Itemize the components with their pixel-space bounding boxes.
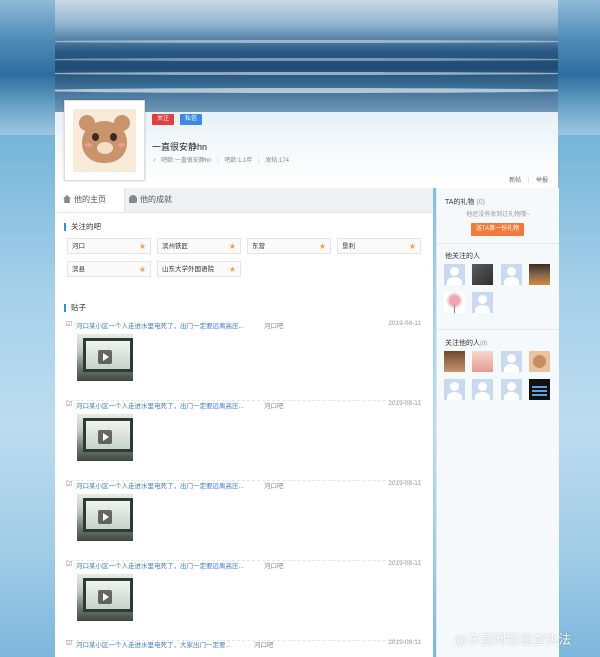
followed-bars-title: 关注的吧 <box>64 223 101 231</box>
avatar[interactable] <box>444 292 465 313</box>
avatar[interactable] <box>444 351 465 372</box>
bar-chip[interactable]: 河口 ★ <box>67 238 151 254</box>
post-item: ☑ 河口某小区一个人走进水里电死了，出门一定要远离高压... 河口吧 2019-… <box>66 320 421 401</box>
avatar[interactable] <box>444 379 465 400</box>
post-title-link[interactable]: 河口某小区一个人走进水里电死了，出门一定要远离高压... <box>76 560 244 570</box>
tab-achievements[interactable]: 他的成就 <box>121 188 180 212</box>
star-icon: ★ <box>138 242 146 251</box>
post-title-link[interactable]: 河口某小区一个人走进水里电死了，出门一定要远离高压... <box>76 400 244 410</box>
avatar[interactable] <box>529 379 550 400</box>
bar-chip[interactable]: 滨县 ★ <box>67 261 151 277</box>
post-bar-link[interactable]: 河口吧 <box>264 560 284 570</box>
post-item: ☑ 河口某小区一个人走进水里电死了，大家出门一定要... 河口吧 2019-08… <box>66 639 421 657</box>
avatar[interactable] <box>472 351 493 372</box>
post-title-link[interactable]: 河口某小区一个人走进水里电死了，出门一定要远离高压... <box>76 480 244 490</box>
posts-title: 贴子 <box>64 304 86 312</box>
avatar[interactable] <box>501 351 522 372</box>
avatar[interactable] <box>64 100 145 181</box>
banner-wave <box>55 88 558 93</box>
posts-count: 发帖:174 <box>265 158 290 164</box>
banner-wave <box>55 58 558 61</box>
main-column: 他的主页 他的成就 关注的吧 河口 ★ 滨州铁匠 ★ 东营 ★ 垦利 ★ 滨县 ★ 山东大… <box>55 188 433 657</box>
post-title-link[interactable]: 河口某小区一个人走进水里电死了，出门一定要远离高压... <box>76 320 244 330</box>
profile-header: 关注 私信 一直很安静hn ♂ 吧龄:一直很安静hn | 吧龄:1.1年 | 发… <box>55 100 558 188</box>
video-thumbnail[interactable] <box>77 494 133 541</box>
content-area: 他的主页 他的成就 关注的吧 河口 ★ 滨州铁匠 ★ 东营 ★ 垦利 ★ 滨县 ★ 山东大… <box>55 188 559 657</box>
document-icon: ☑ <box>66 321 73 328</box>
divider <box>437 243 559 244</box>
profile-banner <box>55 0 558 112</box>
send-gift-button[interactable]: 送TA第一份礼物 <box>471 223 524 236</box>
avatar[interactable] <box>472 264 493 285</box>
post-bar-link[interactable]: 河口吧 <box>254 639 274 649</box>
post-item: ☑ 河口某小区一个人走进水里电死了，出门一定要远离高压... 河口吧 2019-… <box>66 480 421 561</box>
tab-bar: 他的主页 他的成就 <box>55 188 433 213</box>
report-link[interactable]: 举报 <box>536 178 548 184</box>
avatar[interactable] <box>529 264 550 285</box>
play-icon <box>98 510 112 524</box>
bar-chip[interactable]: 垦利 ★ <box>337 238 421 254</box>
avatar[interactable] <box>501 379 522 400</box>
gifts-title: TA的礼物 (0) <box>445 199 485 206</box>
watermark: @东营网警巡查执法 <box>454 632 572 647</box>
document-icon: ☑ <box>66 401 73 408</box>
play-icon <box>98 430 112 444</box>
avatar[interactable] <box>472 292 493 313</box>
user-icon <box>129 195 137 203</box>
post-title-link[interactable]: 河口某小区一个人走进水里电死了，大家出门一定要... <box>76 639 231 649</box>
document-icon: ☑ <box>66 481 73 488</box>
profile-meta: ♂ 吧龄:一直很安静hn | 吧龄:1.1年 | 发帖:174 <box>152 158 290 164</box>
new-posts-link[interactable]: 新帖 <box>509 178 521 184</box>
video-thumbnail[interactable] <box>77 574 133 621</box>
video-thumbnail[interactable] <box>77 334 133 381</box>
message-button[interactable]: 私信 <box>180 114 203 125</box>
post-date: 2019-08-11 <box>388 639 421 646</box>
post-date: 2019-08-11 <box>388 560 421 567</box>
video-thumbnail[interactable] <box>77 414 133 461</box>
bar-chip[interactable]: 滨州铁匠 ★ <box>157 238 241 254</box>
play-icon <box>98 590 112 604</box>
post-date: 2019-08-11 <box>388 320 421 327</box>
avatar[interactable] <box>529 351 550 372</box>
star-icon: ★ <box>138 265 146 274</box>
star-icon: ★ <box>318 242 326 251</box>
star-icon: ★ <box>228 265 236 274</box>
post-bar-link[interactable]: 河口吧 <box>264 480 284 490</box>
follow-button[interactable]: 关注 <box>152 114 175 125</box>
bar-chip[interactable]: 东营 ★ <box>247 238 331 254</box>
post-item: ☑ 河口某小区一个人走进水里电死了，出门一定要远离高压... 河口吧 2019-… <box>66 560 421 641</box>
post-date: 2019-08-11 <box>388 480 421 487</box>
avatar[interactable] <box>444 264 465 285</box>
username: 一直很安静hn <box>152 142 208 152</box>
bar-age-id: 吧龄:一直很安静hn <box>161 158 212 164</box>
avatar[interactable] <box>472 379 493 400</box>
bear-avatar-image <box>73 109 136 172</box>
post-bar-link[interactable]: 河口吧 <box>264 320 284 330</box>
sidebar: TA的礼物 (0) 他还没有收到过礼物哦~ 送TA第一份礼物 他关注的人 关注他… <box>436 188 559 657</box>
tab-home[interactable]: 他的主页 <box>55 188 125 212</box>
following-title: 他关注的人 <box>445 253 480 260</box>
document-icon: ☑ <box>66 640 73 647</box>
play-icon <box>98 350 112 364</box>
avatar[interactable] <box>501 264 522 285</box>
star-icon: ★ <box>228 242 236 251</box>
post-item: ☑ 河口某小区一个人走进水里电死了，出门一定要远离高压... 河口吧 2019-… <box>66 400 421 481</box>
divider <box>437 329 559 330</box>
followers-title: 关注他的人(8) <box>445 340 488 347</box>
bar-chip[interactable]: 山东大学外国语院 ★ <box>157 261 241 277</box>
banner-wave <box>55 72 558 75</box>
home-icon <box>63 195 71 203</box>
post-bar-link[interactable]: 河口吧 <box>264 400 284 410</box>
document-icon: ☑ <box>66 561 73 568</box>
banner-wave <box>55 40 558 43</box>
post-date: 2019-08-11 <box>388 400 421 407</box>
bar-age: 吧龄:1.1年 <box>224 158 253 164</box>
star-icon: ★ <box>408 242 416 251</box>
male-icon: ♂ <box>152 158 157 164</box>
header-links: 新帖 | 举报 <box>509 178 548 184</box>
gifts-empty-text: 他还没有收到过礼物哦~ <box>466 212 530 218</box>
